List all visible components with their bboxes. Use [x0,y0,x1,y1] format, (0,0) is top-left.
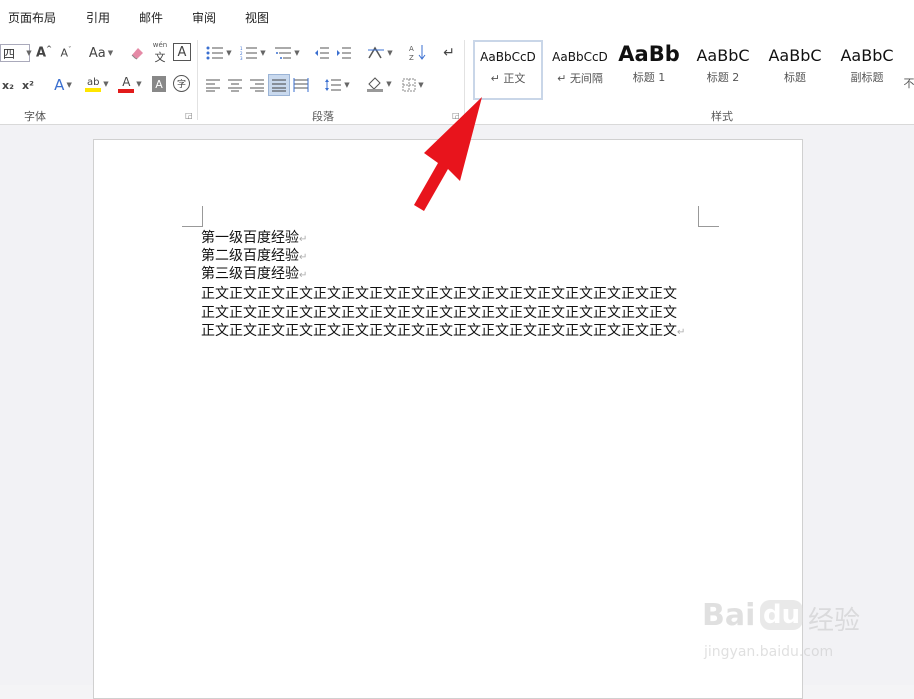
watermark-brand-cn: 经验 [808,606,861,636]
svg-text:A: A [409,45,414,53]
style-title[interactable]: AaBbC 标题 [760,40,830,100]
style-name: 副标题 [850,71,884,84]
document-page[interactable]: 第一级百度经验↵ 第二级百度经验↵ 第三级百度经验↵ 正文正文正文正文正文正文正… [93,139,803,699]
style-sample: AaBbCcD [552,50,608,64]
show-marks-icon[interactable]: ↵ [440,44,458,62]
font-dialog-launcher-icon[interactable]: ◲ [185,111,193,120]
char-shading-icon[interactable]: A [152,76,166,92]
watermark-brand-latin: Bai [702,598,756,633]
baidu-jingyan-watermark: Bai du 经验 jingyan.baidu.com [700,588,900,668]
distributed-icon[interactable] [292,76,310,94]
clear-format-icon[interactable] [128,44,146,62]
enclose-char-icon[interactable]: 字 [173,75,190,92]
borders-icon[interactable]: ▼ [398,76,428,94]
shading-icon[interactable]: ▼ [364,74,394,94]
text-effects-icon[interactable]: A ▼ [50,76,76,94]
font-grow-icon[interactable]: A^ [36,44,52,62]
style-name: ↵ 正文 [490,72,526,85]
style-heading-1[interactable]: AaBb 标题 1 [617,40,681,100]
style-name: 标题 1 [632,71,666,84]
style-sample: AaBbC [696,46,750,65]
body-text-line[interactable]: 正文正文正文正文正文正文正文正文正文正文正文正文正文正文正文正文正文↵ [201,320,685,340]
margin-corner-mark [698,206,719,227]
font-shrink-icon[interactable]: Aˇ [58,44,74,62]
menu-references[interactable]: 引用 [86,9,110,26]
style-sample: AaBbC [768,46,822,65]
style-normal[interactable]: AaBbCcD ↵ 正文 [473,40,543,100]
highlight-icon[interactable]: ab ▼ [82,74,112,94]
line-spacing-icon[interactable]: ▼ [322,76,352,94]
menu-page-layout[interactable]: 页面布局 [8,9,56,26]
body-text-line[interactable]: 正文正文正文正文正文正文正文正文正文正文正文正文正文正文正文正文正文 [201,302,677,322]
font-color-icon[interactable]: A ▼ [114,74,146,94]
multilevel-list-icon[interactable]: ▼ [272,44,302,62]
watermark-brand-paw: du [760,600,804,630]
increase-indent-icon[interactable] [335,44,353,62]
sort-icon[interactable]: AZ [408,42,428,62]
chinese-layout-icon[interactable]: ▼ [365,44,395,62]
subscript-icon[interactable]: x₂ [0,76,16,94]
align-left-icon[interactable] [204,76,222,94]
style-name: 标题 2 [706,71,740,84]
style-sample: AaBbCcD [480,50,536,64]
style-name: ↵ 无间隔 [557,72,603,85]
menu-bar: 页面布局 引用 邮件 审阅 视图 [0,0,914,34]
justify-icon[interactable] [268,74,290,96]
style-sample: AaBb [618,42,680,66]
styles-group-label: 样式 [711,110,733,123]
menu-review[interactable]: 审阅 [192,9,216,26]
body-text-line[interactable]: 正文正文正文正文正文正文正文正文正文正文正文正文正文正文正文正文正文 [201,283,677,303]
heading-level-3-line[interactable]: 第三级百度经验↵ [201,263,307,283]
change-case-icon[interactable]: Aa ▼ [86,44,116,62]
style-no-spacing[interactable]: AaBbCcD ↵ 无间隔 [545,40,615,100]
style-name: 标题 [784,71,806,84]
font-group-label: 字体 [24,110,46,123]
heading-level-1-line[interactable]: 第一级百度经验↵ [201,227,307,247]
style-heading-2[interactable]: AaBbC 标题 2 [688,40,758,100]
align-right-icon[interactable] [248,76,266,94]
numbering-icon[interactable]: 1 2 3 ▼ [238,44,268,62]
watermark-url: jingyan.baidu.com [704,644,834,660]
font-size-dropdown-icon[interactable]: ▼ [24,46,32,60]
decrease-indent-icon[interactable] [313,44,331,62]
style-sample: AaBbC [840,46,894,65]
svg-text:Z: Z [409,54,414,61]
align-center-icon[interactable] [226,76,244,94]
pinyin-icon[interactable]: wén 文 [150,41,170,64]
annotation-arrow-icon [414,97,482,211]
menu-view[interactable]: 视图 [245,9,269,26]
bullets-icon[interactable]: ▼ [204,44,234,62]
style-overflow-name: 不 [904,77,914,90]
heading-level-2-line[interactable]: 第二级百度经验↵ [201,245,307,265]
style-subtitle[interactable]: AaBbC 副标题 [832,40,902,100]
font-size-value: 四 [3,47,16,61]
group-divider [197,40,198,120]
menu-mailings[interactable]: 邮件 [139,9,163,26]
svg-text:3: 3 [240,56,243,60]
superscript-icon[interactable]: x² [20,76,36,94]
paragraph-group-label: 段落 [312,110,334,123]
margin-corner-mark [182,206,203,227]
char-border-icon[interactable]: A [173,43,191,61]
